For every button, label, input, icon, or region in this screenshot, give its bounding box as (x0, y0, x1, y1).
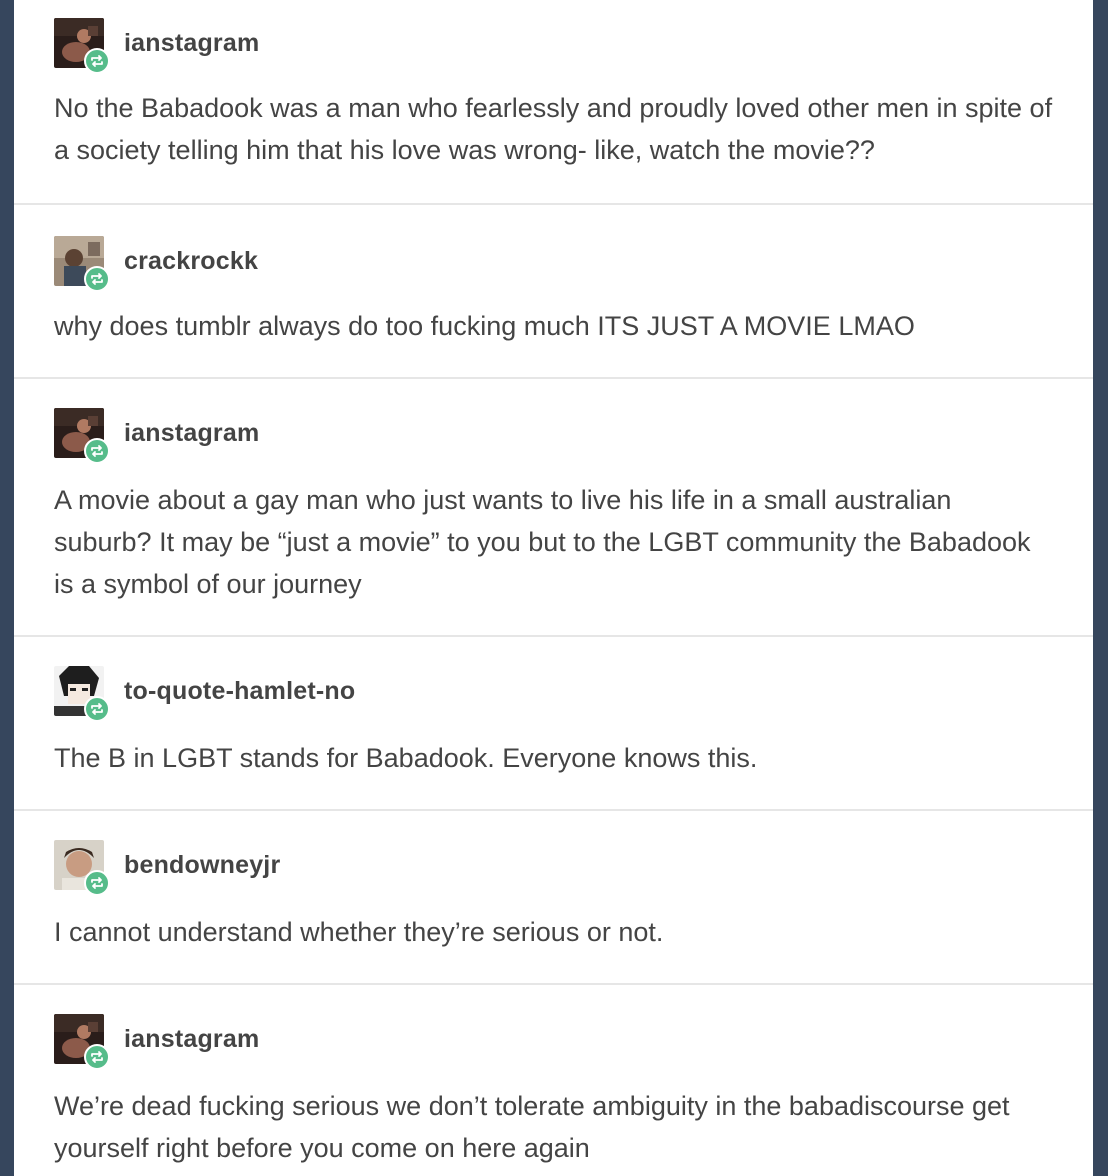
reblog-entry: ianstagram We’re dead fucking serious we… (14, 983, 1093, 1176)
post-text: The B in LGBT stands for Babadook. Every… (54, 743, 758, 773)
avatar[interactable] (54, 236, 110, 292)
reblog-icon (84, 870, 110, 896)
avatar[interactable] (54, 408, 110, 464)
reblog-icon (84, 266, 110, 292)
reblog-icon (84, 48, 110, 74)
username-link[interactable]: bendowneyjr (124, 851, 280, 880)
post-text: We’re dead fucking serious we don’t tole… (54, 1091, 1010, 1163)
reblog-entry: ianstagram A movie about a gay man who j… (14, 377, 1093, 635)
reblog-entry: ianstagram No the Babadook was a man who… (14, 0, 1093, 203)
username-link[interactable]: ianstagram (124, 29, 259, 58)
reblog-icon (84, 696, 110, 722)
avatar[interactable] (54, 840, 110, 896)
reblog-entry: crackrockk why does tumblr always do too… (14, 203, 1093, 377)
reblog-thread: ianstagram No the Babadook was a man who… (14, 0, 1093, 1176)
username-link[interactable]: crackrockk (124, 247, 258, 276)
reblog-entry: bendowneyjr I cannot understand whether … (14, 809, 1093, 983)
post-text: No the Babadook was a man who fearlessly… (54, 93, 1053, 165)
avatar[interactable] (54, 666, 110, 722)
post-text: A movie about a gay man who just wants t… (54, 485, 1031, 599)
reblog-icon (84, 1044, 110, 1070)
reblog-icon (84, 438, 110, 464)
username-link[interactable]: to-quote-hamlet-no (124, 677, 355, 706)
reblog-entry: to-quote-hamlet-no The B in LGBT stands … (14, 635, 1093, 809)
username-link[interactable]: ianstagram (124, 419, 259, 448)
username-link[interactable]: ianstagram (124, 1025, 259, 1054)
avatar[interactable] (54, 18, 110, 74)
post-text: I cannot understand whether they’re seri… (54, 917, 664, 947)
avatar[interactable] (54, 1014, 110, 1070)
post-text: why does tumblr always do too fucking mu… (54, 311, 915, 341)
